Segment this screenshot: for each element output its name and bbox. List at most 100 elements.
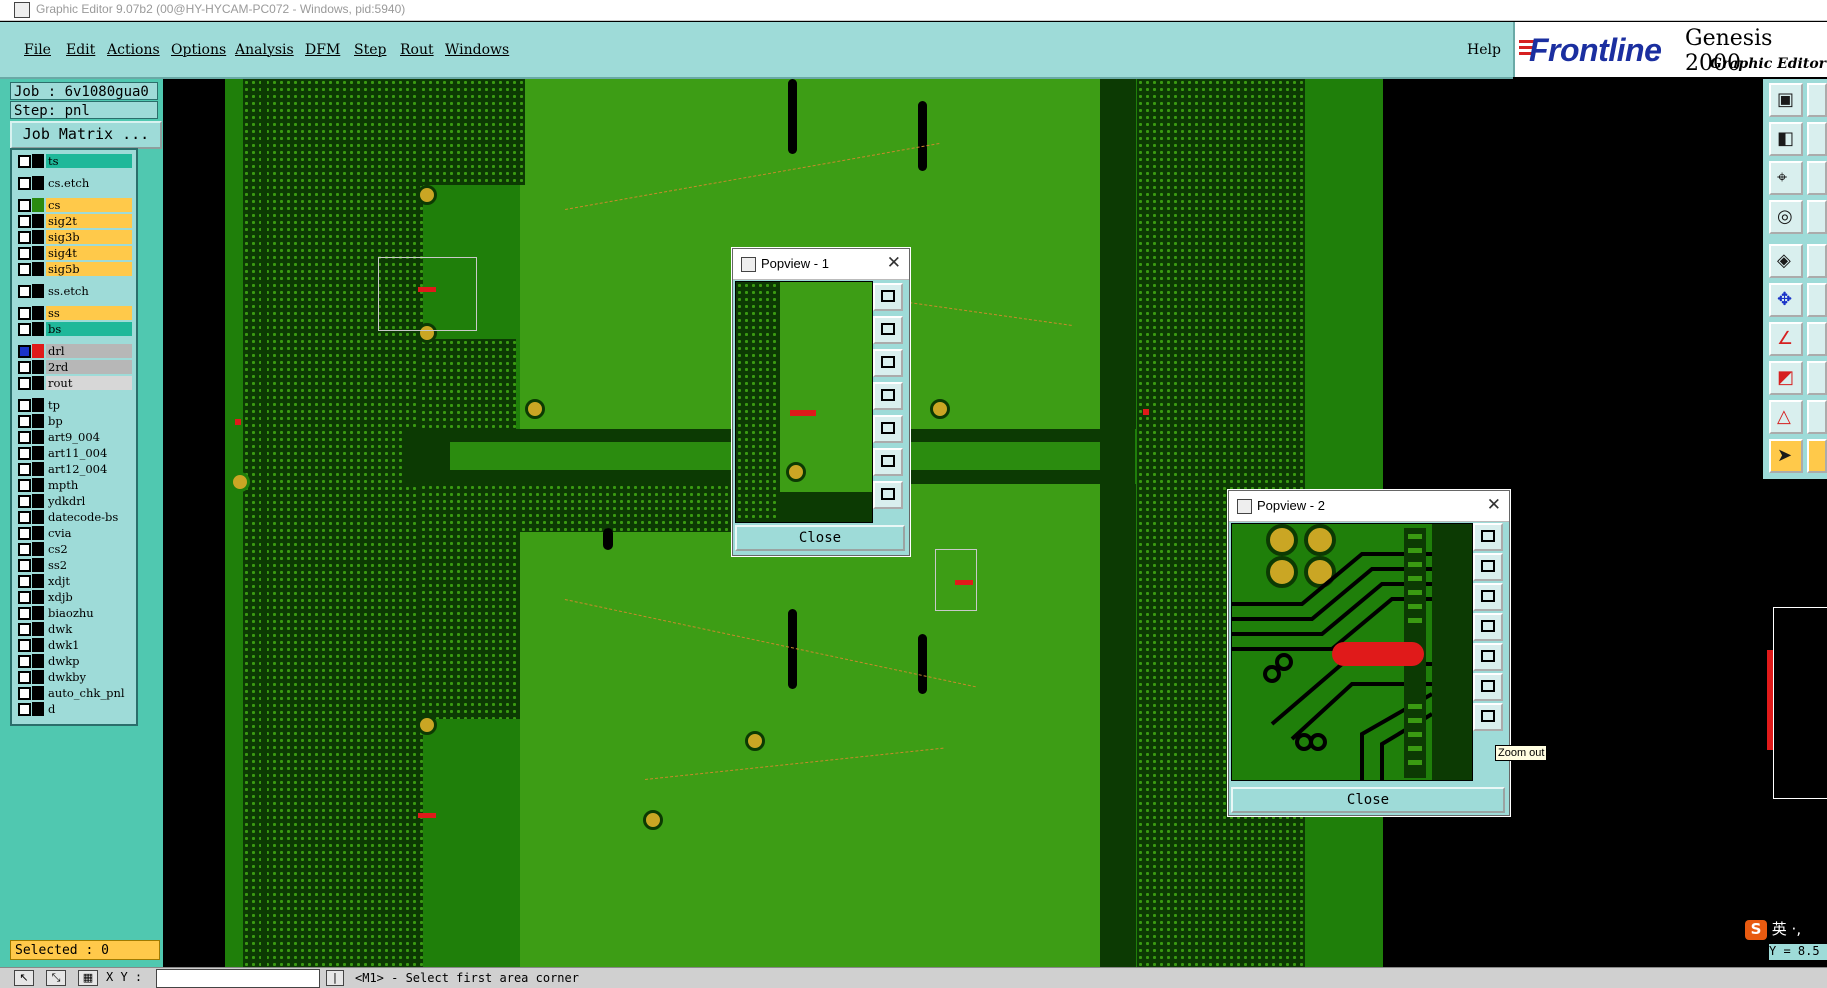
layer-row[interactable]: dwk1	[16, 638, 132, 652]
layer-checkbox[interactable]	[18, 263, 31, 276]
snap-icon[interactable]: ↖	[14, 970, 34, 986]
layer-color-swatch[interactable]	[32, 590, 44, 604]
layer-name[interactable]: cvia	[46, 526, 132, 540]
layer-checkbox[interactable]	[18, 215, 31, 228]
layer-row[interactable]: cvia	[16, 526, 132, 540]
layer-name[interactable]: d	[46, 702, 132, 716]
layer-checkbox[interactable]	[18, 655, 31, 668]
menu-help[interactable]: Help	[1467, 42, 1501, 58]
layer-row[interactable]: sig2t	[16, 214, 132, 228]
layer-row[interactable]: art12_004	[16, 462, 132, 476]
layer-color-swatch[interactable]	[32, 654, 44, 668]
layer-row[interactable]: tp	[16, 398, 132, 412]
layer-checkbox[interactable]	[18, 415, 31, 428]
layer-checkbox[interactable]	[18, 495, 31, 508]
layer-row[interactable]: mpth	[16, 478, 132, 492]
layer-row[interactable]: dwkp	[16, 654, 132, 668]
tool-partial[interactable]	[1807, 322, 1827, 356]
layer-checkbox[interactable]	[18, 703, 31, 716]
layer-checkbox[interactable]	[18, 377, 31, 390]
layer-checkbox[interactable]	[18, 231, 31, 244]
layer-checkbox[interactable]	[18, 431, 31, 444]
layer-row[interactable]: ss.etch	[16, 284, 132, 298]
pan-up-icon[interactable]	[1473, 553, 1503, 581]
layer-row[interactable]: ts	[16, 154, 132, 168]
layer-color-swatch[interactable]	[32, 638, 44, 652]
tool-pad[interactable]: ◩	[1769, 361, 1803, 395]
layer-checkbox[interactable]	[18, 447, 31, 460]
layer-row[interactable]: ydkdrl	[16, 494, 132, 508]
layer-row[interactable]: dwk	[16, 622, 132, 636]
layer-checkbox[interactable]	[18, 687, 31, 700]
layer-name[interactable]: 2rd	[46, 360, 132, 374]
layer-row[interactable]: biaozhu	[16, 606, 132, 620]
layer-row[interactable]: d	[16, 702, 132, 716]
layer-row[interactable]: xdjb	[16, 590, 132, 604]
pan-up-icon[interactable]	[873, 316, 903, 344]
tool-edit[interactable]: ◈	[1769, 244, 1803, 278]
tool-partial[interactable]	[1807, 283, 1827, 317]
layer-name[interactable]: cs2	[46, 542, 132, 556]
layer-color-swatch[interactable]	[32, 414, 44, 428]
layer-color-swatch[interactable]	[32, 526, 44, 540]
pan-down-icon[interactable]	[1473, 583, 1503, 611]
layer-color-swatch[interactable]	[32, 246, 44, 260]
tool-partial[interactable]	[1807, 439, 1827, 473]
layer-row[interactable]: cs2	[16, 542, 132, 556]
tool-select-arrow[interactable]: ➤	[1769, 439, 1803, 473]
layer-color-swatch[interactable]	[32, 230, 44, 244]
grid-icon[interactable]: ▦	[78, 970, 98, 986]
layer-row[interactable]: cs	[16, 198, 132, 212]
layer-color-swatch[interactable]	[32, 262, 44, 276]
menu-windows[interactable]: Windows	[445, 42, 509, 58]
layer-color-swatch[interactable]	[32, 398, 44, 412]
layer-checkbox[interactable]	[18, 247, 31, 260]
layer-color-swatch[interactable]	[32, 542, 44, 556]
layer-color-swatch[interactable]	[32, 606, 44, 620]
layer-checkbox[interactable]	[18, 361, 31, 374]
toggle-icon[interactable]: |	[326, 970, 344, 986]
layer-color-swatch[interactable]	[32, 376, 44, 390]
minimap[interactable]	[1773, 607, 1827, 799]
tool-view[interactable]: ◎	[1769, 200, 1803, 234]
layer-checkbox[interactable]	[18, 155, 31, 168]
graphic-canvas[interactable]	[163, 79, 1763, 967]
zoom-in-icon[interactable]	[1473, 523, 1503, 551]
tool-partial[interactable]	[1807, 400, 1827, 434]
layer-row[interactable]: bp	[16, 414, 132, 428]
popview-2-view[interactable]	[1231, 523, 1473, 781]
measure-icon[interactable]: ⤡	[46, 970, 66, 986]
zoom-fit-icon[interactable]	[873, 448, 903, 476]
layer-color-swatch[interactable]	[32, 558, 44, 572]
menu-edit[interactable]: Edit	[66, 42, 95, 58]
menu-step[interactable]: Step	[354, 42, 386, 58]
layer-checkbox[interactable]	[18, 463, 31, 476]
layer-row[interactable]: sig4t	[16, 246, 132, 260]
zoom-in-icon[interactable]	[873, 283, 903, 311]
layer-name[interactable]: auto_chk_pnl	[46, 686, 132, 700]
layer-color-swatch[interactable]	[32, 702, 44, 716]
layer-color-swatch[interactable]	[32, 446, 44, 460]
layer-row[interactable]: art9_004	[16, 430, 132, 444]
layer-color-swatch[interactable]	[32, 622, 44, 636]
layer-name[interactable]: bp	[46, 414, 132, 428]
tool-partial[interactable]	[1807, 161, 1827, 195]
layer-checkbox[interactable]	[18, 543, 31, 556]
layer-row[interactable]: sig3b	[16, 230, 132, 244]
layer-checkbox[interactable]	[18, 307, 31, 320]
layer-name[interactable]: sig5b	[46, 262, 132, 276]
popview-1-close-button[interactable]: Close	[735, 525, 905, 551]
layer-color-swatch[interactable]	[32, 306, 44, 320]
layer-color-swatch[interactable]	[32, 360, 44, 374]
layer-row[interactable]: art11_004	[16, 446, 132, 460]
xy-field[interactable]	[156, 969, 320, 988]
layer-name[interactable]: ydkdrl	[46, 494, 132, 508]
layer-name[interactable]: ts	[46, 154, 132, 168]
layer-name[interactable]: sig4t	[46, 246, 132, 260]
popview-2-close-button[interactable]: Close	[1231, 787, 1505, 813]
layer-name[interactable]: cs	[46, 198, 132, 212]
layer-name[interactable]: art11_004	[46, 446, 132, 460]
pan-right-icon[interactable]	[1473, 643, 1503, 671]
tool-line[interactable]: ∠	[1769, 322, 1803, 356]
popview-2-titlebar[interactable]: Popview - 2 ✕	[1229, 491, 1509, 522]
